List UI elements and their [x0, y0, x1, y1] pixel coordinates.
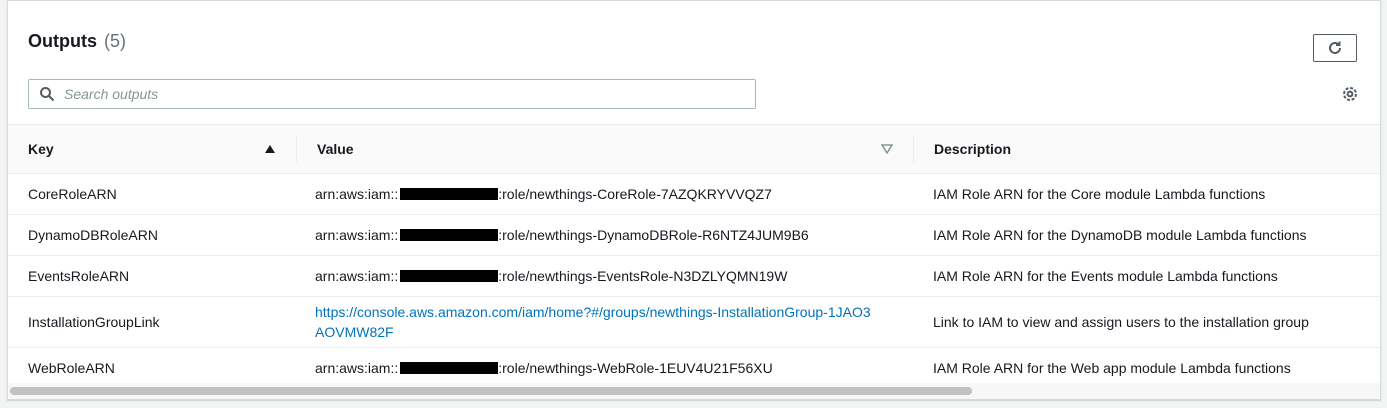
search-input[interactable] [62, 86, 724, 102]
cell-value: arn:aws:iam:::role/newthings-EventsRole-… [296, 268, 913, 284]
table-row: DynamoDBRoleARN arn:aws:iam:::role/newth… [8, 215, 1380, 256]
caret-up-icon [265, 145, 275, 153]
horizontal-scrollbar[interactable] [8, 383, 1380, 399]
outputs-panel: Outputs (5) Key [7, 0, 1381, 400]
arn-prefix: arn:aws:iam:: [315, 227, 399, 243]
table-header: Key Value Description [8, 124, 1380, 174]
cell-key: WebRoleARN [28, 360, 115, 376]
cell-description: IAM Role ARN for the DynamoDB module Lam… [933, 227, 1307, 243]
arn-suffix: :role/newthings-CoreRole-7AZQKRYVVQZ7 [498, 186, 772, 202]
output-count: (5) [104, 31, 127, 51]
caret-down-outline-icon [881, 144, 893, 154]
cell-key: EventsRoleARN [28, 268, 130, 284]
redacted-account-id [400, 362, 499, 374]
column-header-description[interactable]: Description [913, 136, 1380, 162]
cell-key: InstallationGroupLink [28, 314, 160, 330]
column-label-key: Key [28, 141, 54, 157]
redacted-account-id [400, 229, 499, 241]
column-label-description: Description [934, 141, 1012, 157]
column-header-key[interactable]: Key [8, 125, 296, 173]
table-row: EventsRoleARN arn:aws:iam:::role/newthin… [8, 256, 1380, 297]
search-box [28, 79, 756, 109]
gear-icon[interactable] [1340, 84, 1360, 104]
cell-value: arn:aws:iam:::role/newthings-WebRole-1EU… [296, 360, 913, 376]
cell-description: Link to IAM to view and assign users to … [933, 314, 1309, 330]
cell-key: DynamoDBRoleARN [28, 227, 158, 243]
redacted-account-id [400, 270, 499, 282]
outputs-table: Key Value Description CoreRoleARN arn:aw… [8, 124, 1380, 389]
arn-prefix: arn:aws:iam:: [315, 186, 399, 202]
cell-description: IAM Role ARN for the Web app module Lamb… [933, 360, 1291, 376]
arn-suffix: :role/newthings-DynamoDBRole-R6NTZ4JUM9B… [498, 227, 809, 243]
installation-group-link[interactable]: https://console.aws.amazon.com/iam/home?… [315, 302, 875, 342]
arn-suffix: :role/newthings-EventsRole-N3DZLYQMN19W [498, 268, 788, 284]
panel-title-text: Outputs [28, 31, 97, 51]
refresh-button[interactable] [1313, 34, 1357, 62]
search-icon [32, 86, 62, 102]
cell-value: arn:aws:iam:::role/newthings-DynamoDBRol… [296, 227, 913, 243]
table-row: InstallationGroupLink https://console.aw… [8, 297, 1380, 348]
column-header-value[interactable]: Value [296, 136, 913, 162]
arn-prefix: arn:aws:iam:: [315, 268, 399, 284]
cell-value: arn:aws:iam:::role/newthings-CoreRole-7A… [296, 186, 913, 202]
cell-value: https://console.aws.amazon.com/iam/home?… [296, 302, 913, 342]
column-label-value: Value [317, 141, 354, 157]
cell-description: IAM Role ARN for the Events module Lambd… [933, 268, 1278, 284]
scrollbar-thumb[interactable] [10, 387, 972, 395]
cell-key: CoreRoleARN [28, 186, 117, 202]
redacted-account-id [400, 188, 499, 200]
refresh-icon [1329, 41, 1341, 54]
cell-description: IAM Role ARN for the Core module Lambda … [933, 186, 1266, 202]
table-row: CoreRoleARN arn:aws:iam:::role/newthings… [8, 174, 1380, 215]
panel-title: Outputs (5) [28, 31, 126, 52]
arn-prefix: arn:aws:iam:: [315, 360, 399, 376]
arn-suffix: :role/newthings-WebRole-1EUV4U21F56XU [498, 360, 773, 376]
